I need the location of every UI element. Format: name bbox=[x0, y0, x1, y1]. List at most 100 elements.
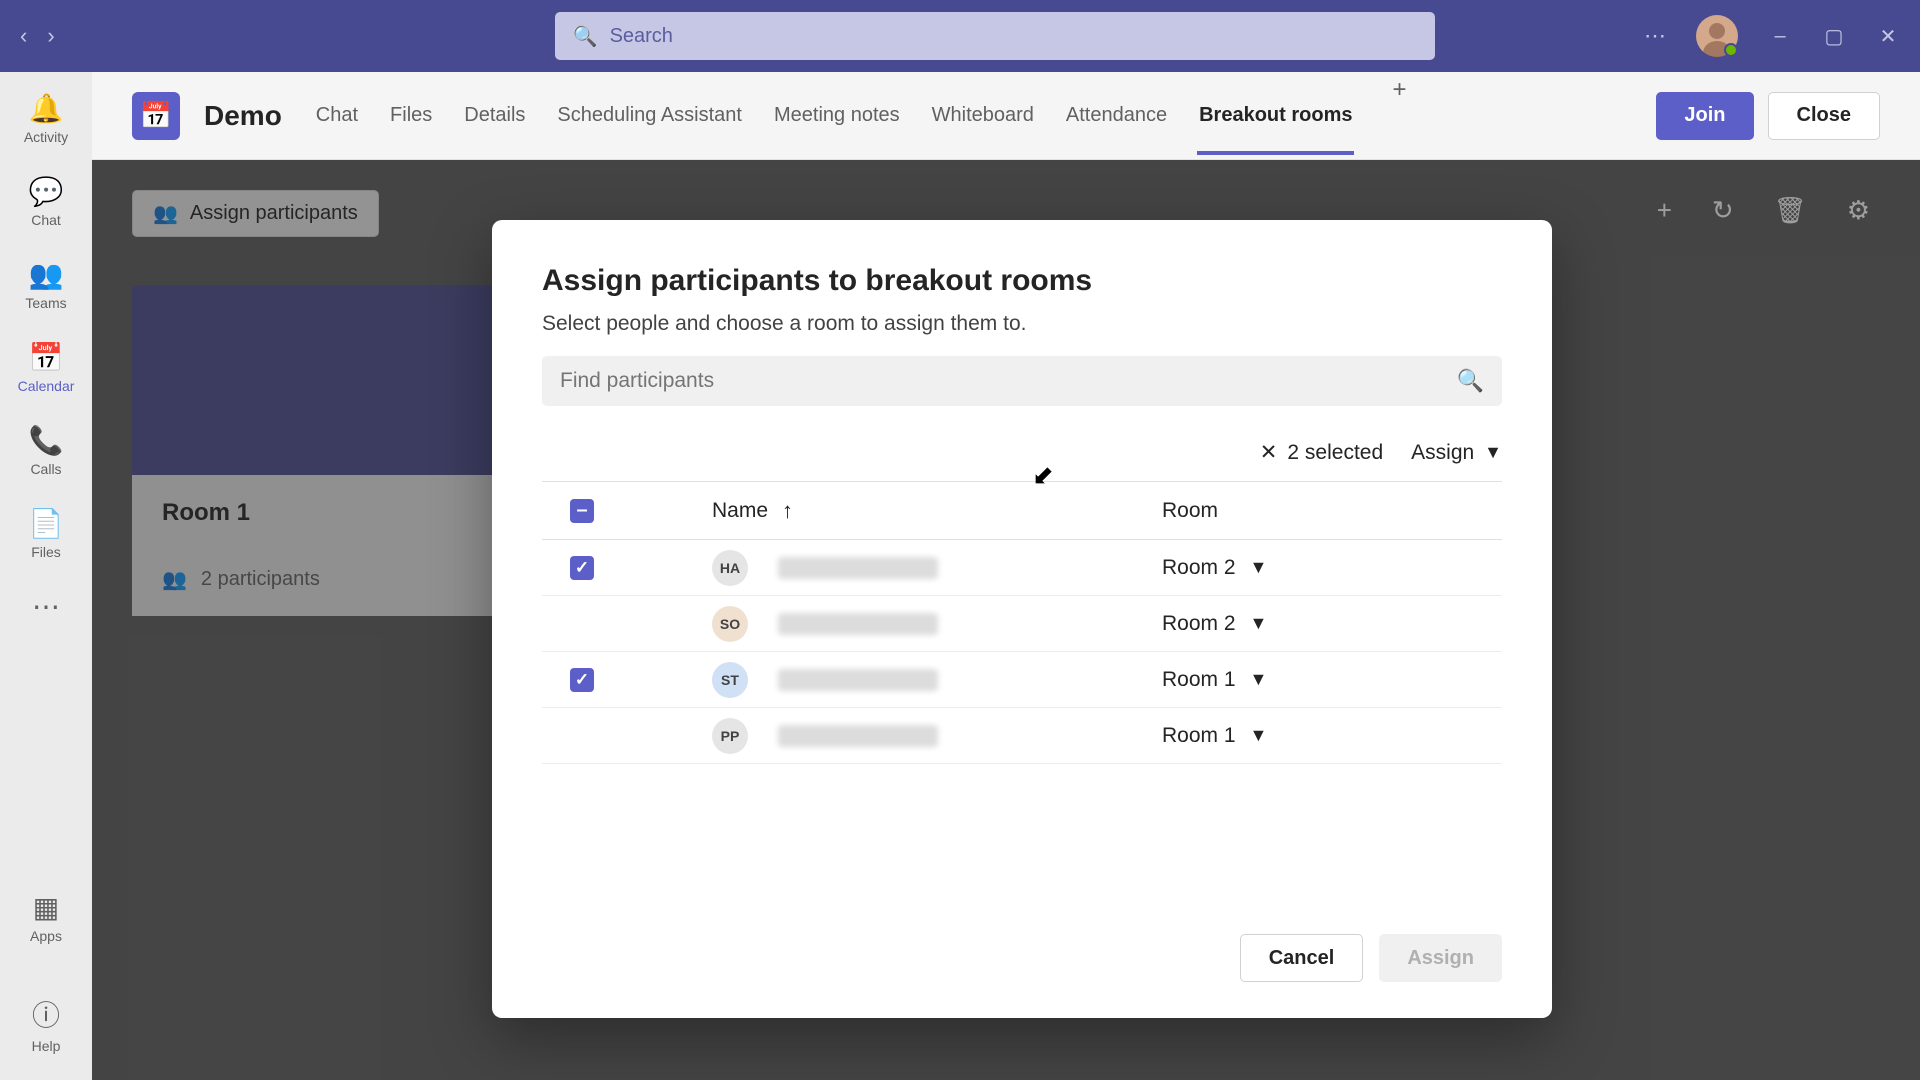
add-tab-button[interactable]: + bbox=[1382, 76, 1416, 155]
room-select-dropdown[interactable]: Room 2▼ bbox=[1162, 612, 1502, 636]
tab-meeting-notes[interactable]: Meeting notes bbox=[772, 76, 902, 155]
meeting-title: Demo bbox=[204, 100, 282, 132]
sort-ascending-icon: ↑ bbox=[782, 498, 793, 524]
header-actions: Join Close bbox=[1656, 92, 1880, 140]
chevron-down-icon: ▼ bbox=[1250, 613, 1268, 634]
search-icon: 🔍 bbox=[573, 24, 598, 49]
teams-icon: 👥 bbox=[29, 258, 64, 291]
tab-whiteboard[interactable]: Whiteboard bbox=[930, 76, 1036, 155]
chevron-down-icon: ▼ bbox=[1250, 669, 1268, 690]
rail-label: Teams bbox=[25, 295, 66, 311]
participant-avatar: HA bbox=[712, 550, 748, 586]
table-row: HA Room 2 ▼ bbox=[542, 540, 1502, 596]
close-meeting-button[interactable]: Close bbox=[1768, 92, 1880, 140]
rail-help[interactable]: ⓘ Help bbox=[0, 988, 92, 1060]
rail-calendar[interactable]: 📅 Calendar bbox=[0, 335, 92, 400]
assign-button[interactable]: Assign bbox=[1379, 934, 1502, 982]
minimize-icon[interactable]: – bbox=[1768, 25, 1792, 48]
room-value-label: Room 1 bbox=[1162, 724, 1236, 748]
tab-chat[interactable]: Chat bbox=[314, 76, 360, 155]
participant-name-redacted bbox=[778, 669, 938, 691]
rail-label: Help bbox=[32, 1038, 61, 1054]
tab-attendance[interactable]: Attendance bbox=[1064, 76, 1169, 155]
room-select-dropdown[interactable]: Room 1 ▼ bbox=[1162, 668, 1502, 692]
rail-label: Files bbox=[31, 544, 61, 560]
assign-dropdown[interactable]: Assign ▼ bbox=[1411, 441, 1502, 465]
dialog-title: Assign participants to breakout rooms bbox=[542, 264, 1502, 298]
tab-breakout-rooms[interactable]: Breakout rooms bbox=[1197, 76, 1354, 155]
search-icon: 🔍 bbox=[1457, 368, 1484, 394]
title-bar: ‹ › 🔍 ⋯ – ▢ ✕ bbox=[0, 0, 1920, 72]
tab-scheduling-assistant[interactable]: Scheduling Assistant bbox=[555, 76, 744, 155]
rail-activity[interactable]: 🔔 Activity bbox=[0, 86, 92, 151]
rail-files[interactable]: 📄 Files bbox=[0, 501, 92, 566]
forward-arrow-icon[interactable]: › bbox=[47, 23, 54, 49]
phone-icon: 📞 bbox=[29, 424, 64, 457]
close-window-icon[interactable]: ✕ bbox=[1876, 24, 1900, 49]
participant-avatar: ST bbox=[712, 662, 748, 698]
find-participants-box[interactable]: 🔍 bbox=[542, 356, 1502, 406]
chevron-down-icon: ▼ bbox=[1250, 557, 1268, 578]
participants-table-header: Name ↑ Room bbox=[542, 482, 1502, 540]
rail-more[interactable]: ⋯ bbox=[0, 584, 92, 629]
search-box[interactable]: 🔍 bbox=[555, 12, 1435, 60]
column-name-header[interactable]: Name ↑ bbox=[622, 498, 1162, 524]
participant-checkbox[interactable] bbox=[570, 724, 594, 748]
dialog-subtitle: Select people and choose a room to assig… bbox=[542, 312, 1502, 336]
tab-details[interactable]: Details bbox=[462, 76, 527, 155]
rail-label: Apps bbox=[30, 928, 62, 944]
assign-participants-dialog: Assign participants to breakout rooms Se… bbox=[492, 220, 1552, 1018]
find-participants-input[interactable] bbox=[560, 369, 1457, 393]
dialog-backdrop: Assign participants to breakout rooms Se… bbox=[92, 160, 1920, 1080]
chevron-down-icon: ▼ bbox=[1484, 442, 1502, 463]
titlebar-right-group: ⋯ – ▢ ✕ bbox=[1644, 15, 1900, 57]
column-room-header[interactable]: Room bbox=[1162, 499, 1502, 523]
participant-name-redacted bbox=[778, 725, 938, 747]
more-horizontal-icon: ⋯ bbox=[32, 590, 60, 623]
selected-count-label: 2 selected bbox=[1287, 441, 1383, 465]
dialog-footer: Cancel Assign bbox=[542, 934, 1502, 982]
chat-icon: 💬 bbox=[29, 175, 64, 208]
rail-label: Activity bbox=[24, 129, 68, 145]
assign-dropdown-label: Assign bbox=[1411, 441, 1474, 465]
rail-teams[interactable]: 👥 Teams bbox=[0, 252, 92, 317]
help-icon: ⓘ bbox=[32, 994, 60, 1034]
participant-checkbox[interactable] bbox=[570, 556, 594, 580]
column-name-label: Name bbox=[712, 499, 768, 523]
participant-avatar: SO bbox=[712, 606, 748, 642]
rail-label: Chat bbox=[31, 212, 61, 228]
presence-available-icon bbox=[1724, 43, 1738, 57]
rail-chat[interactable]: 💬 Chat bbox=[0, 169, 92, 234]
participant-name-redacted bbox=[778, 557, 938, 579]
bell-icon: 🔔 bbox=[29, 92, 64, 125]
back-arrow-icon[interactable]: ‹ bbox=[20, 23, 27, 49]
participant-checkbox[interactable] bbox=[570, 612, 594, 636]
rail-label: Calls bbox=[30, 461, 61, 477]
participant-avatar: PP bbox=[712, 718, 748, 754]
nav-arrow-group: ‹ › bbox=[20, 23, 55, 49]
rail-calls[interactable]: 📞 Calls bbox=[0, 418, 92, 483]
room-select-dropdown[interactable]: Room 2 ▼ bbox=[1162, 556, 1502, 580]
select-all-checkbox[interactable] bbox=[570, 499, 594, 523]
app-rail: 🔔 Activity 💬 Chat 👥 Teams 📅 Calendar 📞 C… bbox=[0, 72, 92, 1080]
clear-selection-button[interactable]: ✕ 2 selected bbox=[1260, 440, 1383, 465]
user-avatar[interactable] bbox=[1696, 15, 1738, 57]
rail-apps[interactable]: ▦ Apps bbox=[0, 885, 92, 950]
maximize-icon[interactable]: ▢ bbox=[1822, 24, 1846, 49]
rail-label: Calendar bbox=[18, 378, 75, 394]
tab-files[interactable]: Files bbox=[388, 76, 434, 155]
calendar-icon: 📅 bbox=[29, 341, 64, 374]
room-select-dropdown[interactable]: Room 1▼ bbox=[1162, 724, 1502, 748]
cancel-button[interactable]: Cancel bbox=[1240, 934, 1364, 982]
more-icon[interactable]: ⋯ bbox=[1644, 23, 1666, 49]
table-row: PP Room 1▼ bbox=[542, 708, 1502, 764]
apps-icon: ▦ bbox=[33, 891, 59, 924]
participant-name-redacted bbox=[778, 613, 938, 635]
search-input[interactable] bbox=[610, 25, 1417, 48]
join-button[interactable]: Join bbox=[1656, 92, 1753, 140]
room-value-label: Room 1 bbox=[1162, 668, 1236, 692]
room-value-label: Room 2 bbox=[1162, 556, 1236, 580]
participant-checkbox[interactable] bbox=[570, 668, 594, 692]
meeting-header: 📅 Demo Chat Files Details Scheduling Ass… bbox=[92, 72, 1920, 160]
meeting-calendar-icon: 📅 bbox=[132, 92, 180, 140]
